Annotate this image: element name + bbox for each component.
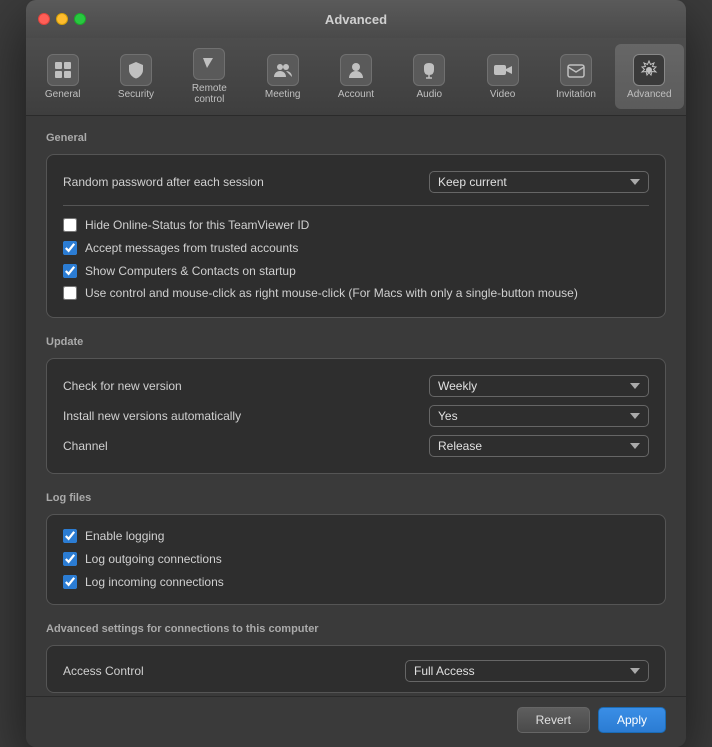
audio-label: Audio [417,89,443,100]
minimize-button[interactable] [56,13,68,25]
general-label: General [45,89,81,100]
hide-online-status-label: Hide Online-Status for this TeamViewer I… [85,217,309,234]
title-bar: Advanced [26,0,686,38]
toolbar-item-meeting[interactable]: Meeting [248,44,317,109]
update-section: Update Check for new version Weekly Dail… [46,336,666,474]
account-label: Account [338,89,374,100]
update-section-title: Update [46,336,666,348]
toolbar-item-video[interactable]: Video [468,44,537,109]
content-area: General Random password after each sessi… [26,116,686,696]
general-section: General Random password after each sessi… [46,132,666,318]
log-files-section: Log files Enable logging Log outgoing co… [46,492,666,604]
advanced-label: Advanced [627,89,671,100]
random-password-dropdown[interactable]: Keep current Generate new Deactivate [429,171,649,193]
install-auto-label: Install new versions automatically [63,409,429,423]
check-version-label: Check for new version [63,379,429,393]
access-control-dropdown[interactable]: Full Access Confirm all View and Show Cu… [405,660,649,682]
enable-logging-checkbox[interactable] [63,529,77,543]
hide-online-status-checkbox[interactable] [63,218,77,232]
toolbar-item-audio[interactable]: Audio [395,44,464,109]
show-computers-checkbox[interactable] [63,264,77,278]
access-control-row: Access Control Full Access Confirm all V… [63,656,649,686]
apply-button[interactable]: Apply [598,707,666,733]
log-incoming-label: Log incoming connections [85,574,224,591]
show-computers-label: Show Computers & Contacts on startup [85,263,296,280]
channel-row: Channel Release Preview [63,431,649,461]
log-files-title: Log files [46,492,666,504]
main-window: Advanced General Security [26,0,686,747]
accept-messages-row: Accept messages from trusted accounts [63,237,649,260]
show-computers-row: Show Computers & Contacts on startup [63,260,649,283]
security-label: Security [118,89,154,100]
channel-dropdown[interactable]: Release Preview [429,435,649,457]
close-button[interactable] [38,13,50,25]
meeting-icon [267,54,299,86]
access-control-label: Access Control [63,664,405,678]
advanced-settings-section: Advanced settings for connections to thi… [46,623,666,693]
toolbar: General Security Remote control [26,38,686,116]
general-section-box: Random password after each session Keep … [46,154,666,318]
video-icon [487,54,519,86]
use-control-label: Use control and mouse-click as right mou… [85,285,578,302]
log-files-box: Enable logging Log outgoing connections … [46,514,666,604]
remote-control-label: Remote control [179,83,240,105]
meeting-label: Meeting [265,89,301,100]
maximize-button[interactable] [74,13,86,25]
log-incoming-checkbox[interactable] [63,575,77,589]
toolbar-item-remote-control[interactable]: Remote control [175,44,244,109]
account-icon [340,54,372,86]
toolbar-item-invitation[interactable]: Invitation [541,44,610,109]
toolbar-item-security[interactable]: Security [101,44,170,109]
revert-button[interactable]: Revert [517,707,590,733]
random-password-label: Random password after each session [63,175,429,189]
divider-1 [63,205,649,206]
check-version-dropdown[interactable]: Weekly Daily Monthly Never [429,375,649,397]
video-label: Video [490,89,515,100]
audio-icon [413,54,445,86]
toolbar-item-advanced[interactable]: Advanced [615,44,684,109]
install-auto-dropdown[interactable]: Yes No [429,405,649,427]
log-incoming-row: Log incoming connections [63,571,649,594]
toolbar-item-account[interactable]: Account [321,44,390,109]
advanced-icon [633,54,665,86]
window-title: Advanced [325,12,387,27]
check-version-row: Check for new version Weekly Daily Month… [63,371,649,401]
log-outgoing-checkbox[interactable] [63,552,77,566]
enable-logging-row: Enable logging [63,525,649,548]
general-section-title: General [46,132,666,144]
hide-online-status-row: Hide Online-Status for this TeamViewer I… [63,214,649,237]
random-password-row: Random password after each session Keep … [63,167,649,197]
advanced-settings-box: Access Control Full Access Confirm all V… [46,645,666,693]
enable-logging-label: Enable logging [85,528,164,545]
remote-control-icon [193,48,225,80]
accept-messages-label: Accept messages from trusted accounts [85,240,298,257]
toolbar-item-general[interactable]: General [28,44,97,109]
security-icon [120,54,152,86]
general-icon [47,54,79,86]
footer: Revert Apply [26,696,686,747]
use-control-checkbox[interactable] [63,286,77,300]
log-outgoing-label: Log outgoing connections [85,551,222,568]
accept-messages-checkbox[interactable] [63,241,77,255]
update-section-box: Check for new version Weekly Daily Month… [46,358,666,474]
invitation-icon [560,54,592,86]
traffic-lights [38,13,86,25]
install-auto-row: Install new versions automatically Yes N… [63,401,649,431]
channel-label: Channel [63,439,429,453]
log-outgoing-row: Log outgoing connections [63,548,649,571]
use-control-row: Use control and mouse-click as right mou… [63,282,649,305]
advanced-settings-title: Advanced settings for connections to thi… [46,623,666,635]
invitation-label: Invitation [556,89,596,100]
